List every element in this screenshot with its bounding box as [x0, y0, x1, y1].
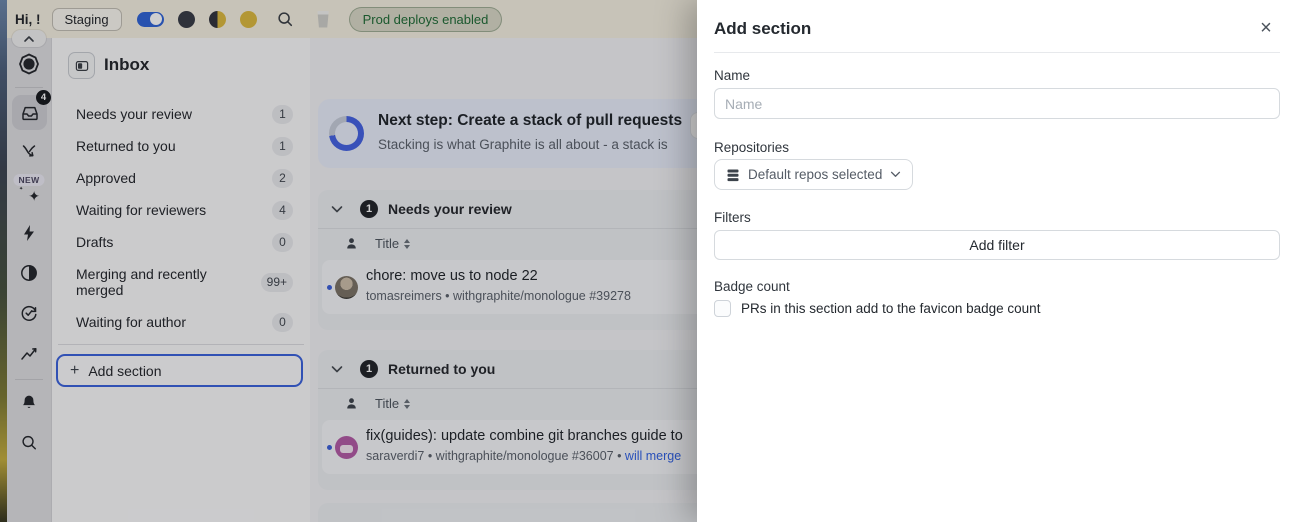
name-label: Name: [714, 68, 751, 83]
badge-count-checkbox[interactable]: [714, 300, 731, 317]
app-canvas: Hi, ! Staging Prod deploys enabled 4 NEW…: [0, 0, 1296, 522]
repo-stack-icon: [727, 169, 739, 181]
modal-divider: [714, 52, 1280, 53]
add-section-modal: Add section × Name Repositories Default …: [697, 0, 1296, 522]
badge-count-label: Badge count: [714, 279, 790, 294]
modal-backdrop[interactable]: [0, 0, 697, 522]
close-icon[interactable]: ×: [1254, 16, 1278, 40]
repositories-dropdown[interactable]: Default repos selected: [714, 159, 914, 190]
badge-count-row: PRs in this section add to the favicon b…: [714, 300, 1040, 317]
chevron-down-icon: [891, 171, 901, 177]
filters-label: Filters: [714, 210, 751, 225]
badge-count-checkbox-label: PRs in this section add to the favicon b…: [741, 301, 1041, 316]
repositories-label: Repositories: [714, 140, 790, 155]
modal-title: Add section: [714, 19, 812, 38]
add-filter-button[interactable]: Add filter: [714, 230, 1280, 260]
repositories-selected-value: Default repos selected: [748, 167, 883, 182]
name-input[interactable]: [714, 88, 1280, 119]
